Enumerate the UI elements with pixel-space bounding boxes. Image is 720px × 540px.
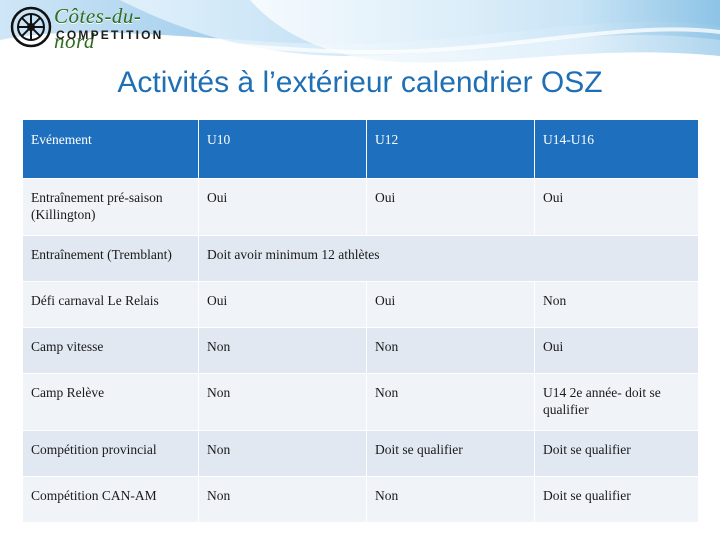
table-row: Camp Relève Non Non U14 2e année- doit s…	[22, 372, 699, 431]
cell-u12: Non	[366, 475, 535, 523]
cell-event: Entraînement (Tremblant)	[22, 234, 199, 282]
column-header-event: Evénement	[22, 119, 199, 179]
table-row: Défi carnaval Le Relais Oui Oui Non	[22, 280, 699, 328]
cell-event: Compétition CAN-AM	[22, 475, 199, 523]
cell-event: Compétition provincial	[22, 429, 199, 477]
cell-u10: Non	[198, 372, 367, 431]
cell-event: Défi carnaval Le Relais	[22, 280, 199, 328]
logo-subtitle: COMPETITION	[56, 28, 164, 42]
cell-u12: Non	[366, 372, 535, 431]
cell-u14: Doit se qualifier	[534, 429, 699, 477]
cell-u14: Oui	[534, 178, 699, 236]
cell-event: Camp Relève	[22, 372, 199, 431]
cell-u12: Doit se qualifier	[366, 429, 535, 477]
cell-u10: Non	[198, 326, 367, 374]
cell-u12: Oui	[366, 178, 535, 236]
table-row: Compétition provincial Non Doit se quali…	[22, 429, 699, 477]
cell-event: Camp vitesse	[22, 326, 199, 374]
table-row: Camp vitesse Non Non Oui	[22, 326, 699, 374]
table-row: Entraînement (Tremblant) Doit avoir mini…	[22, 234, 699, 282]
table-header-row: Evénement U10 U12 U14-U16	[22, 119, 699, 179]
activities-table: Evénement U10 U12 U14-U16 Entraînement p…	[22, 119, 699, 523]
cell-u10: Oui	[198, 280, 367, 328]
cell-u14: Doit se qualifier	[534, 475, 699, 523]
cell-u12: Non	[366, 326, 535, 374]
table-row: Compétition CAN-AM Non Non Doit se quali…	[22, 475, 699, 523]
column-header-u10: U10	[198, 119, 367, 179]
page-title: Activités à l’extérieur calendrier OSZ	[117, 66, 603, 99]
cell-u14: Non	[534, 280, 699, 328]
cell-u10: Non	[198, 429, 367, 477]
cell-event: Entraînement pré-saison (Killington)	[22, 178, 199, 236]
cell-u10: Non	[198, 475, 367, 523]
column-header-u14-u16: U14-U16	[534, 119, 699, 179]
logo: Côtes-du-nord COMPETITION	[8, 2, 180, 53]
cell-u14: Oui	[534, 326, 699, 374]
table-row: Entraînement pré-saison (Killington) Oui…	[22, 178, 699, 236]
cell-merged-note: Doit avoir minimum 12 athlètes	[198, 234, 699, 282]
cell-u14: U14 2e année- doit se qualifier	[534, 372, 699, 431]
cell-u10: Oui	[198, 178, 367, 236]
gear-star-icon	[10, 6, 52, 53]
column-header-u12: U12	[366, 119, 535, 179]
cell-u12: Oui	[366, 280, 535, 328]
